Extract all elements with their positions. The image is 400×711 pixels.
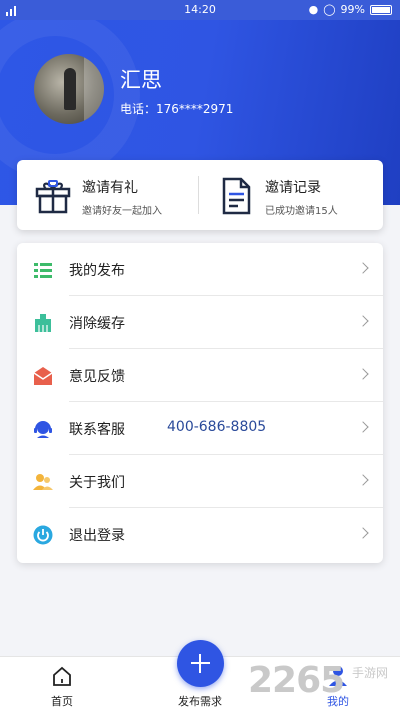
battery-percent: 99% xyxy=(340,3,365,16)
avatar[interactable] xyxy=(34,54,104,124)
invite-card: 邀请有礼 邀请好友一起加入 邀请记录 已成功邀请15人 xyxy=(17,160,383,230)
site-watermark-logo: 2265 xyxy=(248,660,345,701)
invite-gift-item[interactable]: 邀请有礼 邀请好友一起加入 xyxy=(17,160,200,230)
site-watermark-text: 手游网 xyxy=(352,666,389,680)
mail-icon xyxy=(33,367,53,385)
menu-item-feedback[interactable]: 意见反馈 xyxy=(17,349,383,402)
menu-item-label: 关于我们 xyxy=(69,475,125,491)
gift-icon xyxy=(35,180,71,214)
menu-item-about-us[interactable]: 关于我们 xyxy=(17,455,383,508)
invite-record-title: 邀请记录 xyxy=(265,180,321,196)
battery-icon xyxy=(370,4,392,15)
tab-home-label: 首页 xyxy=(51,695,73,708)
menu-item-customer-service[interactable]: 联系客服 400-686-8805 xyxy=(17,402,383,455)
invite-record-subtitle: 已成功邀请15人 xyxy=(265,206,338,217)
menu-item-label: 消除缓存 xyxy=(69,316,125,332)
list-icon xyxy=(34,263,52,278)
document-icon xyxy=(222,177,251,215)
alarm-icon: ◯ xyxy=(323,3,336,16)
chevron-right-icon xyxy=(357,315,369,327)
home-icon xyxy=(53,666,71,686)
publish-plus-button[interactable] xyxy=(177,640,224,687)
status-bar: 14:20 ● ◯ 99% xyxy=(0,0,400,20)
menu-item-clear-cache[interactable]: 消除缓存 xyxy=(17,296,383,349)
power-icon xyxy=(33,525,53,545)
people-icon xyxy=(33,474,53,490)
menu-item-my-posts[interactable]: 我的发布 xyxy=(17,243,383,296)
lock-icon: ● xyxy=(308,3,319,16)
menu-item-label: 退出登录 xyxy=(69,528,125,544)
invite-gift-title: 邀请有礼 xyxy=(82,180,138,196)
tab-publish-label: 发布需求 xyxy=(178,695,222,708)
invite-divider xyxy=(198,176,199,214)
invite-gift-subtitle: 邀请好友一起加入 xyxy=(82,206,162,217)
tab-home[interactable]: 首页 xyxy=(12,657,112,711)
menu-item-label: 联系客服 xyxy=(69,422,125,438)
menu-item-label: 意见反馈 xyxy=(69,369,125,385)
service-phone-number[interactable]: 400-686-8805 xyxy=(167,419,266,435)
chevron-right-icon xyxy=(357,368,369,380)
menu-item-label: 我的发布 xyxy=(69,263,125,279)
user-phone: 电话：176****2971 xyxy=(120,102,234,116)
chevron-right-icon xyxy=(357,527,369,539)
broom-icon xyxy=(35,314,51,332)
invite-record-item[interactable]: 邀请记录 已成功邀请15人 xyxy=(200,160,383,230)
menu-list: 我的发布 消除缓存 意见反馈 联系客服 400-686-8805 关于我们 退出… xyxy=(17,243,383,563)
headset-icon xyxy=(34,421,52,438)
menu-item-logout[interactable]: 退出登录 xyxy=(17,508,383,561)
chevron-right-icon xyxy=(357,474,369,486)
user-name: 汇思 xyxy=(120,68,162,92)
chevron-right-icon xyxy=(357,262,369,274)
chevron-right-icon xyxy=(357,421,369,433)
